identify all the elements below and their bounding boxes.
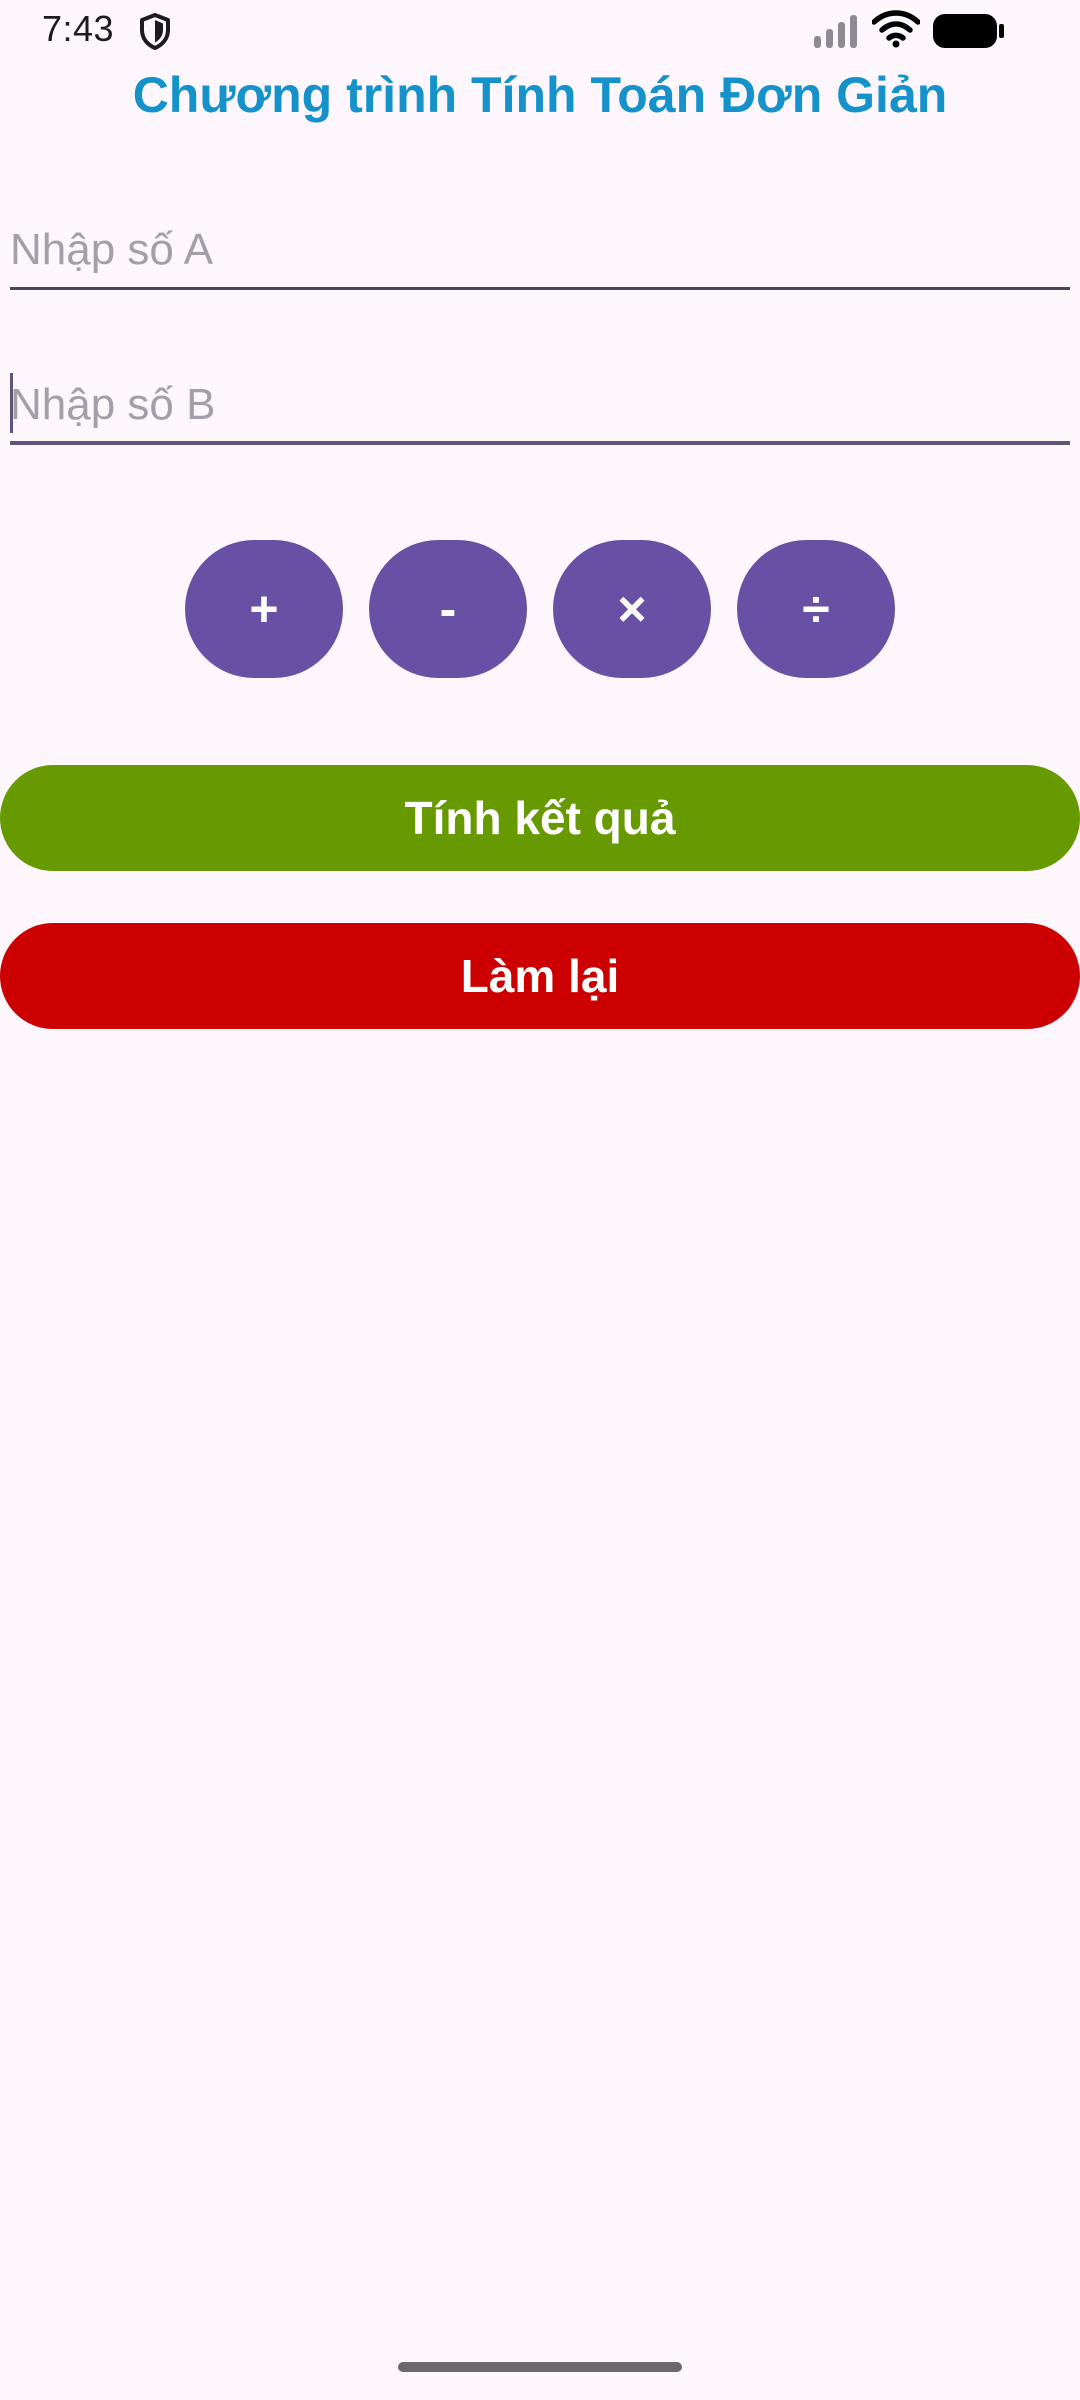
status-time: 7:43 xyxy=(42,8,115,49)
number-b-underline xyxy=(10,441,1070,445)
home-indicator[interactable] xyxy=(398,2362,682,2372)
add-button[interactable]: + xyxy=(185,540,343,678)
subtract-button[interactable]: - xyxy=(369,540,527,678)
multiply-button[interactable]: × xyxy=(553,540,711,678)
page-title: Chương trình Tính Toán Đơn Giản xyxy=(132,67,948,123)
number-a-underline xyxy=(10,287,1070,290)
battery-icon xyxy=(933,14,1004,48)
number-a-input[interactable] xyxy=(10,200,1070,290)
operator-buttons: + - × ÷ xyxy=(185,540,895,678)
divide-button[interactable]: ÷ xyxy=(737,540,895,678)
reset-button[interactable]: Làm lại xyxy=(0,923,1080,1029)
signal-icon xyxy=(814,15,857,48)
shield-icon xyxy=(140,13,170,50)
number-b-field[interactable] xyxy=(10,355,1070,445)
number-a-field[interactable] xyxy=(10,200,1070,290)
status-bar: 7:43 xyxy=(0,0,1080,64)
text-cursor xyxy=(10,373,13,433)
wifi-icon xyxy=(872,10,920,48)
calculate-button[interactable]: Tính kết quả xyxy=(0,765,1080,871)
number-b-input[interactable] xyxy=(10,355,1070,445)
